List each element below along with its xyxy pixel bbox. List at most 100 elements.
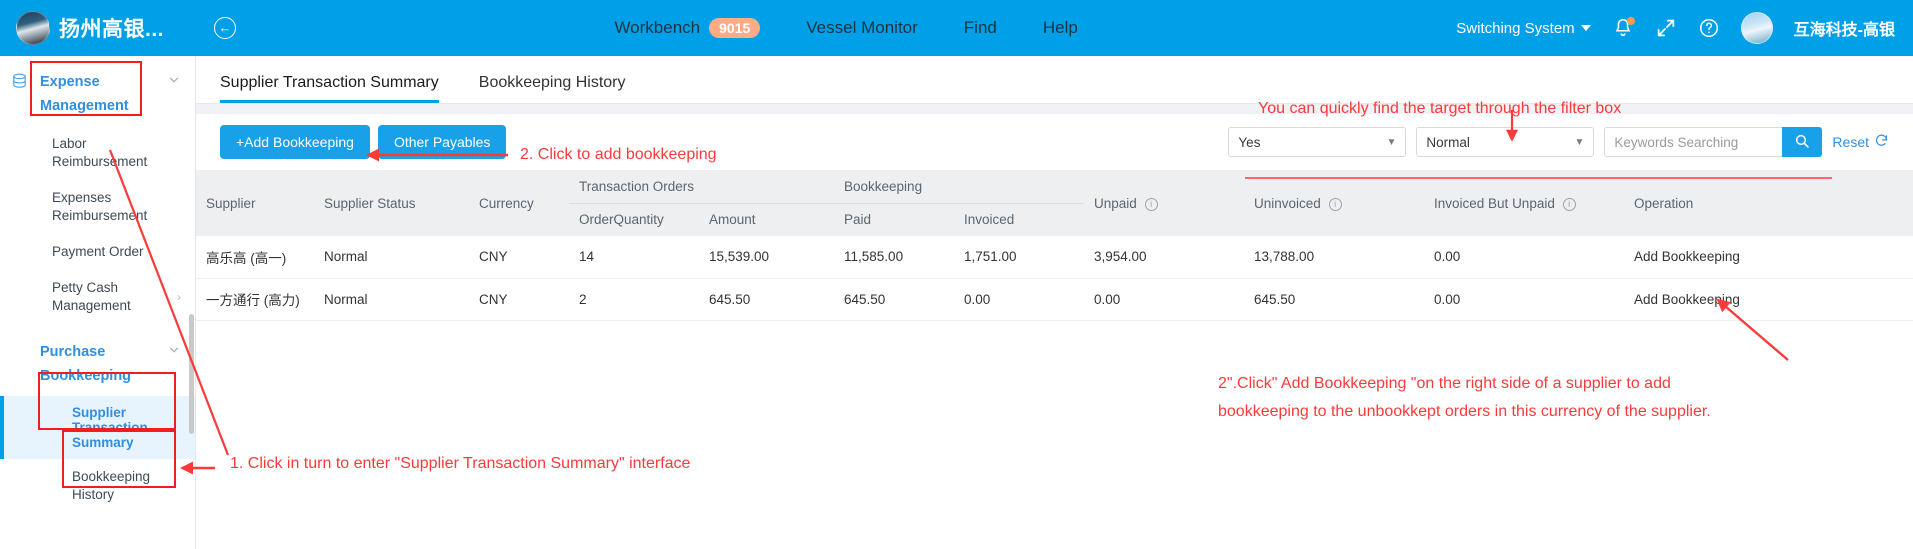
add-bookkeeping-button[interactable]: +Add Bookkeeping (220, 125, 370, 159)
filter-select-status-value: Normal (1426, 134, 1470, 150)
cell-order-quantity: 2 (569, 278, 699, 321)
other-payables-button[interactable]: Other Payables (377, 125, 507, 159)
fullscreen-icon[interactable] (1655, 17, 1677, 39)
filter-select-status[interactable]: Normal ▼ (1416, 127, 1595, 157)
th-amount[interactable]: Amount (699, 203, 835, 236)
cell-paid: 11,585.00 (834, 236, 955, 279)
table-row[interactable]: 高乐高 (高一) Normal CNY 14 15,539.00 11,585.… (196, 236, 1913, 279)
th-invoiced-but-unpaid-label: Invoiced But Unpaid (1434, 195, 1555, 211)
empty-icon (10, 340, 30, 342)
cell-currency: CNY (469, 278, 569, 321)
th-paid[interactable]: Paid (834, 203, 955, 236)
table-body: 高乐高 (高一) Normal CNY 14 15,539.00 11,585.… (196, 236, 1913, 321)
sidebar-item-expenses-reimbursement[interactable]: Expenses Reimbursement (0, 180, 195, 234)
nav-item-workbench[interactable]: Workbench 9015 (614, 18, 761, 38)
sidebar-item-payment-order-label: Payment Order (52, 244, 144, 259)
nav-item-workbench-label: Workbench (614, 18, 701, 37)
cell-uninvoiced: 13,788.00 (1244, 236, 1425, 279)
info-icon[interactable]: i (1328, 197, 1342, 211)
sidebar: Expense Management Labor Reimbursement E… (0, 56, 196, 549)
tab-bookkeeping-history[interactable]: Bookkeeping History (479, 74, 626, 103)
th-uninvoiced[interactable]: Uninvoiced i (1244, 170, 1425, 236)
nav-item-find[interactable]: Find (964, 18, 997, 38)
th-group-transaction-orders: Transaction Orders (569, 170, 835, 204)
th-group-bookkeeping-label: Bookkeeping (844, 178, 923, 194)
th-order-quantity[interactable]: OrderQuantity (569, 203, 699, 236)
brand[interactable]: 扬州高银... (0, 11, 190, 45)
chevron-right-icon: › (177, 290, 181, 304)
top-right-actions: Switching System 互海科技-高银 (1456, 12, 1913, 44)
sidebar-item-payment-order[interactable]: Payment Order (0, 234, 195, 270)
switching-system-label: Switching System (1456, 19, 1575, 37)
nav-item-help[interactable]: Help (1043, 18, 1078, 38)
filter-select-yes[interactable]: Yes ▼ (1228, 127, 1407, 157)
table-row[interactable]: 一方通行 (高力) Normal CNY 2 645.50 645.50 0.0… (196, 278, 1913, 321)
th-supplier[interactable]: Supplier (196, 170, 314, 236)
cell-invoiced-but-unpaid: 0.00 (1424, 236, 1625, 279)
reset-label: Reset (1832, 134, 1869, 150)
nav-item-find-label: Find (963, 18, 997, 37)
row-add-bookkeeping-link[interactable]: Add Bookkeeping (1624, 278, 1913, 321)
chevron-down-icon: ▼ (1574, 136, 1585, 148)
nav-item-vessel-monitor[interactable]: Vessel Monitor (806, 18, 918, 38)
cell-supplier: 一方通行 (高力) (196, 278, 314, 321)
chevron-down-icon: ▼ (1386, 136, 1397, 148)
supplier-transaction-table: Supplier Supplier Status Currency Transa… (196, 170, 1913, 321)
reset-button[interactable]: Reset (1832, 133, 1889, 151)
sidebar-item-petty-cash-management[interactable]: Petty Cash Management › (0, 270, 195, 324)
refresh-icon (1874, 133, 1889, 151)
collapse-left-icon[interactable]: ← (214, 17, 236, 39)
table-head: Supplier Supplier Status Currency Transa… (196, 170, 1913, 236)
toolbar-divider-band (196, 104, 1913, 114)
help-circle-icon[interactable] (1698, 17, 1720, 39)
sidebar-item-supplier-transaction-summary[interactable]: Supplier Transaction Summary (0, 396, 195, 459)
th-operation: Operation (1624, 170, 1913, 236)
sidebar-item-petty-cash-management-label: Petty Cash Management (52, 280, 131, 313)
bell-icon[interactable] (1612, 17, 1635, 39)
chevron-down-icon[interactable] (167, 340, 183, 362)
toolbar: +Add Bookkeeping Other Payables Yes ▼ No… (196, 114, 1913, 170)
th-unpaid[interactable]: Unpaid i (1084, 170, 1245, 236)
sidebar-group-purchase-bookkeeping[interactable]: Purchase Bookkeeping (0, 324, 195, 396)
cell-unpaid: 0.00 (1084, 278, 1245, 321)
search-button[interactable] (1782, 127, 1823, 157)
cell-paid: 645.50 (834, 278, 955, 321)
cell-supplier: 高乐高 (高一) (196, 236, 314, 279)
cell-supplier-status: Normal (314, 278, 469, 321)
notification-dot (1626, 17, 1635, 25)
sidebar-item-bookkeeping-history-label: Bookkeeping History (72, 469, 151, 502)
cell-unpaid: 3,954.00 (1084, 236, 1245, 279)
sidebar-item-bookkeeping-history[interactable]: Bookkeeping History (0, 459, 195, 513)
sidebar-item-supplier-transaction-summary-label: Supplier Transaction Summary (72, 405, 148, 450)
th-invoiced-but-unpaid[interactable]: Invoiced But Unpaid i (1424, 170, 1625, 236)
switching-system-dropdown[interactable]: Switching System (1456, 19, 1591, 37)
chevron-down-icon[interactable] (167, 70, 183, 92)
th-currency[interactable]: Currency (469, 170, 569, 236)
info-icon[interactable]: i (1144, 197, 1158, 211)
nav-item-vessel-monitor-label: Vessel Monitor (806, 18, 918, 37)
row-add-bookkeeping-link[interactable]: Add Bookkeeping (1624, 236, 1913, 279)
tab-supplier-transaction-summary-label: Supplier Transaction Summary (220, 74, 439, 91)
avatar[interactable] (1740, 12, 1773, 44)
info-icon[interactable]: i (1562, 197, 1576, 211)
sidebar-group-expense-management-label: Expense Management (40, 74, 129, 114)
sidebar-group-expense-management[interactable]: Expense Management (0, 56, 195, 126)
tab-bar: Supplier Transaction Summary Bookkeeping… (196, 56, 1913, 104)
user-name: 互海科技-高银 (1793, 22, 1895, 39)
sidebar-item-labor-reimbursement[interactable]: Labor Reimbursement (0, 126, 195, 180)
sidebar-scrollbar[interactable] (189, 314, 194, 434)
cell-amount: 15,539.00 (699, 236, 835, 279)
table-group-header-row: Supplier Supplier Status Currency Transa… (196, 170, 1913, 236)
database-icon (10, 70, 30, 96)
sidebar-item-expenses-reimbursement-label: Expenses Reimbursement (52, 190, 148, 223)
th-group-transaction-orders-label: Transaction Orders (579, 178, 695, 194)
cell-amount: 645.50 (699, 278, 835, 321)
th-invoiced[interactable]: Invoiced (954, 203, 1085, 236)
tab-supplier-transaction-summary[interactable]: Supplier Transaction Summary (220, 74, 439, 103)
th-group-bookkeeping: Bookkeeping (834, 170, 1085, 204)
search-input[interactable] (1604, 127, 1783, 157)
tab-bookkeeping-history-label: Bookkeeping History (478, 74, 626, 91)
filter-group: Yes ▼ Normal ▼ Reset (1228, 127, 1889, 157)
th-supplier-status[interactable]: Supplier Status (314, 170, 469, 236)
sidebar-item-labor-reimbursement-label: Labor Reimbursement (52, 136, 148, 169)
